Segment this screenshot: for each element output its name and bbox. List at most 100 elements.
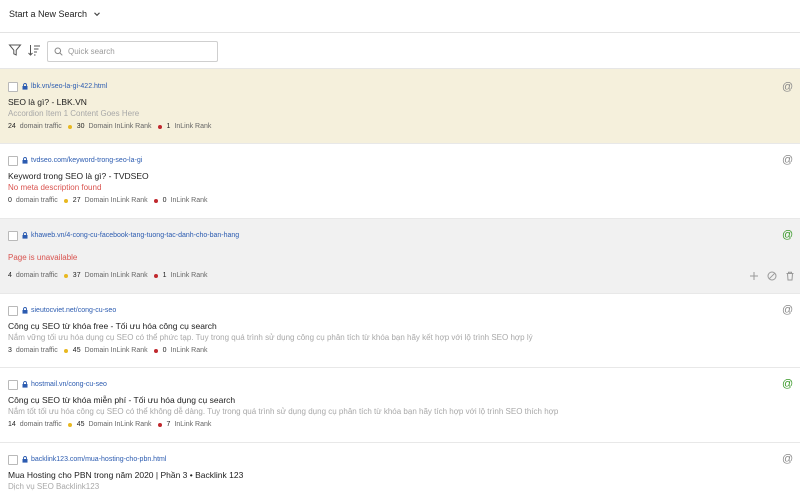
result-description: No meta description found (8, 183, 102, 192)
result-title[interactable]: Keyword trong SEO là gì? - TVDSEO (8, 171, 149, 181)
yellow-dot-icon (63, 273, 68, 278)
traffic-value: 0 (8, 197, 12, 204)
search-icon (54, 47, 63, 56)
red-dot-icon (153, 198, 158, 203)
sort-icon[interactable] (27, 43, 41, 57)
domain-rank-value: 45 (72, 347, 81, 354)
quick-search-input[interactable] (68, 47, 208, 56)
result-description: Dịch vụ SEO Backlink123 (8, 482, 100, 491)
row-checkbox[interactable] (8, 82, 18, 92)
inlink-rank-label: InLink Rank (170, 272, 208, 279)
result-metrics: 0 domain traffic 27 Domain InLink Rank 0 In… (8, 197, 214, 204)
row-checkbox[interactable] (8, 380, 18, 390)
inlink-rank-label: InLink Rank (174, 123, 212, 130)
result-metrics: 24 domain traffic 30 Domain InLink Rank 1I… (8, 123, 217, 130)
result-url-link[interactable]: sieutocviet.net/cong-cu-seo (22, 307, 116, 314)
red-dot-icon (157, 124, 162, 129)
result-metrics: 14 domain traffic 45 Domain InLink Rank 7I… (8, 421, 217, 428)
row-checkbox[interactable] (8, 306, 18, 316)
result-row[interactable]: backlink123.com/mua-hosting-cho-pbn.html… (0, 443, 800, 499)
row-checkbox[interactable] (8, 455, 18, 465)
result-url: hostmail.vn/cong-cu-seo (31, 381, 107, 388)
yellow-dot-icon (63, 198, 68, 203)
lock-icon (22, 307, 28, 314)
result-row[interactable]: lbk.vn/seo-la-gi-422.html SEO là gì? - L… (0, 69, 800, 144)
domain-rank-value: 37 (72, 272, 81, 279)
result-metrics: 3 domain traffic 45 Domain InLink Rank 0 In… (8, 347, 214, 354)
domain-rank-label: Domain InLink Rank (88, 123, 152, 130)
yellow-dot-icon (67, 124, 72, 129)
result-url-link[interactable]: tvdseo.com/keyword-trong-seo-la-gi (22, 157, 142, 164)
domain-rank-label: Domain InLink Rank (88, 421, 152, 428)
page-title: Start a New Search (9, 9, 88, 19)
domain-rank-value: 30 (76, 123, 85, 130)
result-title[interactable]: Công cụ SEO từ khóa free - Tối ưu hóa cô… (8, 321, 217, 331)
lock-icon (22, 456, 28, 463)
traffic-value: 14 (8, 421, 16, 428)
lock-icon (22, 157, 28, 164)
red-dot-icon (157, 422, 162, 427)
traffic-value: 24 (8, 123, 16, 130)
result-description: Nắm tốt tối ưu hóa công cụ SEO có thể kh… (8, 407, 559, 416)
result-url: sieutocviet.net/cong-cu-seo (31, 307, 117, 314)
result-url-link[interactable]: khaweb.vn/4-cong-cu-facebook-tang-tuong-… (22, 232, 239, 239)
result-row[interactable]: sieutocviet.net/cong-cu-seo Công cụ SEO … (0, 294, 800, 368)
yellow-dot-icon (67, 422, 72, 427)
at-gray-icon[interactable]: @ (782, 454, 793, 465)
result-url: lbk.vn/seo-la-gi-422.html (31, 83, 108, 90)
at-gray-icon[interactable]: @ (782, 82, 793, 93)
result-metrics: 4 domain traffic 37 Domain InLink Rank 1 In… (8, 272, 214, 279)
result-title[interactable]: SEO là gì? - LBK.VN (8, 97, 87, 107)
result-description: Nắm vững tối ưu hóa dụng cụ SEO có thể p… (8, 333, 533, 342)
inlink-rank-label: InLink Rank (170, 347, 208, 354)
result-description: Accordion Item 1 Content Goes Here (8, 109, 140, 118)
trash-icon[interactable] (785, 271, 795, 281)
block-icon[interactable] (767, 271, 777, 281)
result-url-link[interactable]: backlink123.com/mua-hosting-cho-pbn.html (22, 456, 166, 463)
traffic-label: domain traffic (15, 347, 58, 354)
domain-rank-value: 45 (76, 421, 85, 428)
traffic-value: 3 (8, 347, 12, 354)
lock-icon (22, 83, 28, 90)
result-row[interactable]: hostmail.vn/cong-cu-seo Công cụ SEO từ k… (0, 368, 800, 443)
domain-rank-label: Domain InLink Rank (84, 347, 148, 354)
inlink-rank-value: 7 (166, 421, 171, 428)
domain-rank-value: 27 (72, 197, 81, 204)
inlink-rank-value: 1 (166, 123, 171, 130)
result-url: khaweb.vn/4-cong-cu-facebook-tang-tuong-… (31, 232, 240, 239)
inlink-rank-value: 1 (162, 272, 167, 279)
result-row[interactable]: khaweb.vn/4-cong-cu-facebook-tang-tuong-… (0, 219, 800, 294)
at-gray-icon[interactable]: @ (782, 305, 793, 316)
red-dot-icon (153, 273, 158, 278)
inlink-rank-value: 0 (162, 197, 167, 204)
plus-icon[interactable] (749, 271, 759, 281)
domain-rank-label: Domain InLink Rank (84, 272, 148, 279)
result-url: tvdseo.com/keyword-trong-seo-la-gi (31, 157, 143, 164)
quick-search-box[interactable] (47, 41, 218, 62)
result-url-link[interactable]: lbk.vn/seo-la-gi-422.html (22, 83, 107, 90)
row-actions (749, 271, 795, 281)
domain-rank-label: Domain InLink Rank (84, 197, 148, 204)
row-checkbox[interactable] (8, 231, 18, 241)
result-title[interactable]: Công cụ SEO từ khóa miễn phí - Tối ưu hó… (8, 395, 235, 405)
row-checkbox[interactable] (8, 156, 18, 166)
inlink-rank-label: InLink Rank (174, 421, 212, 428)
new-search-dropdown[interactable]: Start a New Search (9, 9, 101, 19)
at-green-icon[interactable]: @ (782, 379, 793, 390)
at-green-icon[interactable]: @ (782, 230, 793, 241)
result-description: Page is unavailable (8, 253, 78, 262)
traffic-label: domain traffic (15, 272, 58, 279)
filter-icon[interactable] (8, 43, 22, 57)
result-row[interactable]: tvdseo.com/keyword-trong-seo-la-gi Keywo… (0, 144, 800, 219)
yellow-dot-icon (63, 348, 68, 353)
lock-icon (22, 381, 28, 388)
inlink-rank-value: 0 (162, 347, 167, 354)
result-url-link[interactable]: hostmail.vn/cong-cu-seo (22, 381, 107, 388)
at-gray-icon[interactable]: @ (782, 155, 793, 166)
red-dot-icon (153, 348, 158, 353)
chevron-down-icon (94, 12, 100, 17)
toolbar (0, 33, 800, 69)
result-title[interactable]: Mua Hosting cho PBN trong năm 2020 | Phầ… (8, 470, 243, 480)
traffic-label: domain traffic (15, 197, 58, 204)
traffic-label: domain traffic (19, 123, 62, 130)
